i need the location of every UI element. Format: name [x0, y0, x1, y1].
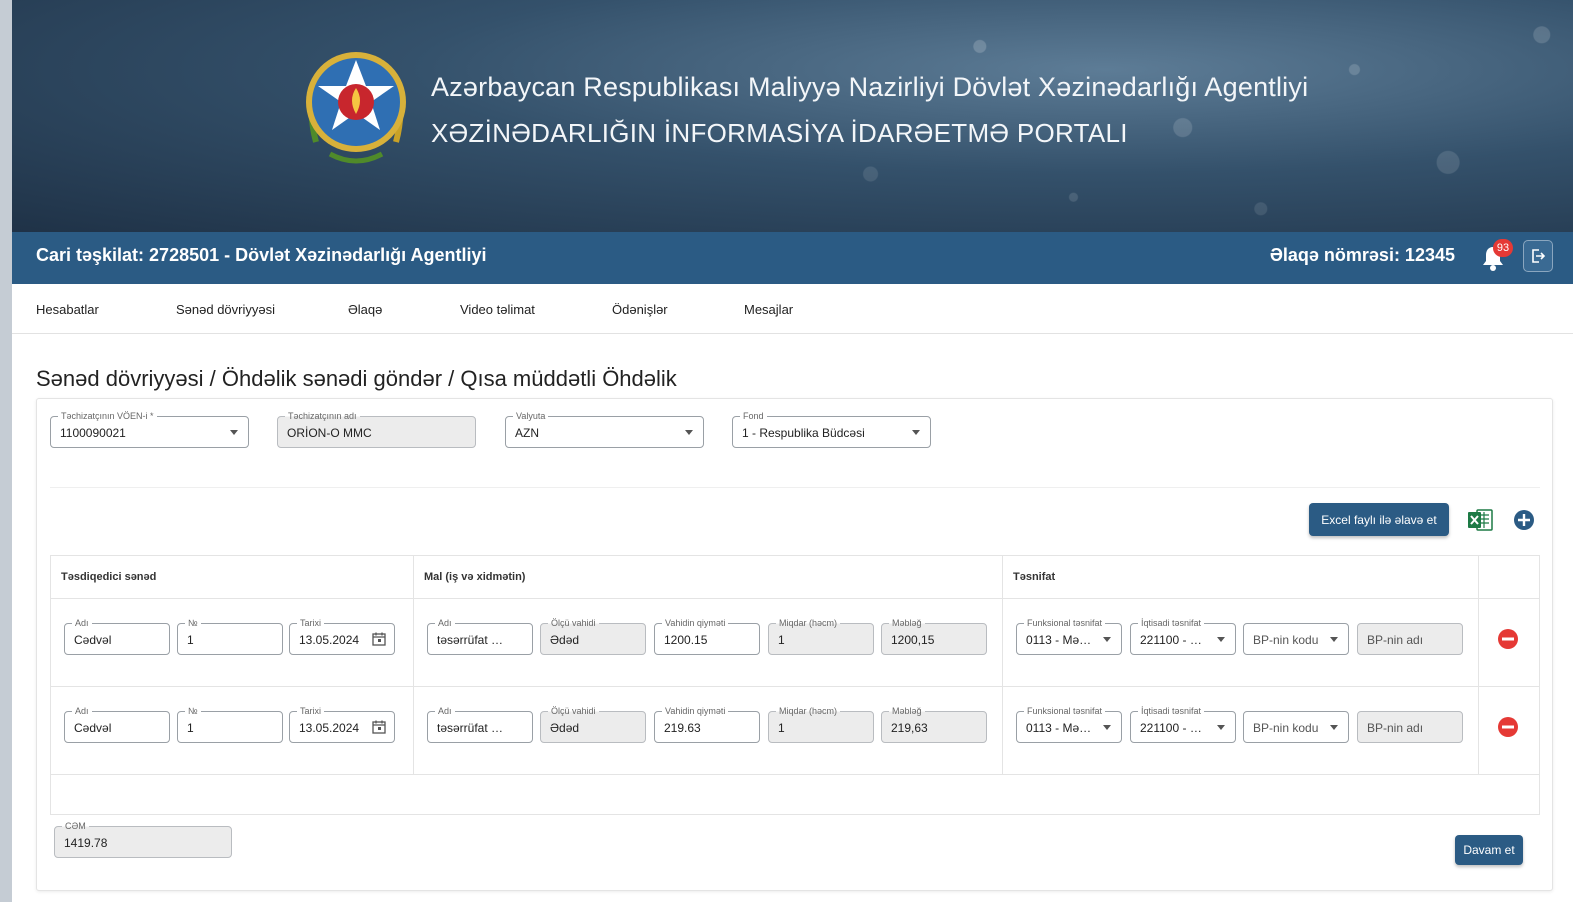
remove-row-icon[interactable]: [1497, 628, 1519, 650]
fund-select[interactable]: Fond 1 - Respublika Büdcəsi: [732, 410, 931, 448]
banner-subtitle: XƏZİNƏDARLIĞIN İNFORMASİYA İDARƏETMƏ POR…: [431, 118, 1128, 148]
unit-price-field[interactable]: Vahidin qiyməti 1200.15: [654, 617, 760, 655]
chevron-down-icon: [1217, 725, 1225, 730]
amount-field: Məbləğ 219,63: [881, 705, 987, 743]
column-divider: [1002, 556, 1003, 774]
organization-bar: Cari təşkilat: 2728501 - Dövlət Xəzinəda…: [12, 232, 1573, 284]
nav-item-payments[interactable]: Ödənişlər: [612, 302, 668, 317]
header-goods: Mal (iş və xidmətin): [424, 571, 526, 583]
currency-select[interactable]: Valyuta AZN: [505, 410, 704, 448]
nav-item-messages[interactable]: Mesajlar: [744, 302, 793, 317]
header-banner: Azərbaycan Respublikası Maliyyə Nazirliy…: [12, 0, 1573, 232]
supplier-name-field: Təchizatçının adı ORİON-O MMC: [277, 410, 476, 448]
nav-item-video-guide[interactable]: Video təlimat: [460, 302, 535, 317]
logout-icon: [1532, 249, 1546, 263]
banner-title: Azərbaycan Respublikası Maliyyə Nazirliy…: [431, 72, 1309, 102]
calendar-icon[interactable]: [372, 632, 386, 646]
section-divider: [50, 487, 1540, 488]
unit-field: Ölçü vahidi Ədəd: [540, 617, 646, 655]
window-edge: [0, 0, 12, 902]
obligation-items-table: Təsdiqedici sənəd Mal (iş və xidmətin) T…: [50, 555, 1540, 815]
nav-item-contact[interactable]: Əlaqə: [348, 302, 382, 317]
header-classification: Təsnifat: [1013, 571, 1056, 583]
economic-classification-select[interactable]: İqtisadi təsnifat 221100 - Dəf...: [1130, 705, 1236, 743]
header-supporting-doc: Təsdiqedici sənəd: [61, 571, 157, 583]
column-divider: [413, 556, 414, 774]
row-divider: [51, 686, 1539, 687]
supplier-voen-select[interactable]: Təchizatçının VÖEN-i * 1100090021: [50, 410, 249, 448]
doc-name-field[interactable]: Adı Cədvəl: [64, 705, 170, 743]
bp-code-select[interactable]: BP-nin kodu: [1243, 623, 1349, 655]
amount-field: Məbləğ 1200,15: [881, 617, 987, 655]
logout-button[interactable]: [1523, 240, 1553, 272]
bp-code-select[interactable]: BP-nin kodu: [1243, 711, 1349, 743]
doc-number-field[interactable]: № 1: [177, 705, 283, 743]
notification-badge: 93: [1493, 239, 1513, 257]
nav-item-document-flow[interactable]: Sənəd dövriyyəsi: [176, 302, 275, 317]
bp-name-field: BP-nin adı: [1357, 711, 1463, 743]
economic-classification-select[interactable]: İqtisadi təsnifat 221100 - Dəf...: [1130, 617, 1236, 655]
contact-number: Əlaqə nömrəsi: 12345: [1269, 245, 1455, 265]
unit-field: Ölçü vahidi Ədəd: [540, 705, 646, 743]
chevron-down-icon: [1330, 725, 1338, 730]
nav-item-reports[interactable]: Hesabatlar: [36, 302, 99, 317]
add-via-excel-button[interactable]: Excel faylı ilə əlavə et: [1309, 503, 1449, 536]
calendar-icon[interactable]: [372, 720, 386, 734]
doc-date-field[interactable]: Tarixi 13.05.2024: [289, 617, 395, 655]
current-organization: Cari təşkilat: 2728501 - Dövlət Xəzinəda…: [36, 245, 487, 265]
main-navigation: Hesabatlar Sənəd dövriyyəsi Əlaqə Video …: [12, 284, 1573, 334]
portal-app: Azərbaycan Respublikası Maliyyə Nazirliy…: [12, 0, 1573, 902]
chevron-down-icon: [1330, 637, 1338, 642]
add-row-plus-icon[interactable]: [1513, 509, 1535, 531]
remove-row-icon[interactable]: [1497, 716, 1519, 738]
goods-name-field[interactable]: Adı təsərrüfat malları: [427, 705, 533, 743]
obligation-form-card: Təchizatçının VÖEN-i * 1100090021 Təchiz…: [36, 398, 1553, 891]
functional-classification-select[interactable]: Funksional təsnifat 0113 - Mərk...: [1016, 617, 1122, 655]
chevron-down-icon: [230, 430, 238, 435]
breadcrumb-title: Sənəd dövriyyəsi / Öhdəlik sənədi göndər…: [36, 366, 677, 391]
quantity-field: Miqdar (həcm) 1: [768, 617, 874, 655]
rain-texture: [12, 0, 1573, 232]
state-emblem-icon: [306, 52, 406, 164]
chevron-down-icon: [912, 430, 920, 435]
column-divider: [1478, 556, 1479, 774]
doc-date-field[interactable]: Tarixi 13.05.2024: [289, 705, 395, 743]
total-field: CƏM 1419.78: [54, 820, 232, 858]
quantity-field: Miqdar (həcm) 1: [768, 705, 874, 743]
excel-icon[interactable]: [1467, 508, 1493, 532]
unit-price-field[interactable]: Vahidin qiyməti 219.63: [654, 705, 760, 743]
doc-name-field[interactable]: Adı Cədvəl: [64, 617, 170, 655]
table-header: Təsdiqedici sənəd Mal (iş və xidmətin) T…: [51, 556, 1539, 599]
goods-name-field[interactable]: Adı təsərrüfat malları: [427, 617, 533, 655]
chevron-down-icon: [685, 430, 693, 435]
doc-number-field[interactable]: № 1: [177, 617, 283, 655]
functional-classification-select[interactable]: Funksional təsnifat 0113 - Mərk...: [1016, 705, 1122, 743]
row-divider: [51, 774, 1539, 775]
chevron-down-icon: [1217, 637, 1225, 642]
continue-button[interactable]: Davam et: [1455, 835, 1523, 865]
chevron-down-icon: [1103, 725, 1111, 730]
bp-name-field: BP-nin adı: [1357, 623, 1463, 655]
chevron-down-icon: [1103, 637, 1111, 642]
